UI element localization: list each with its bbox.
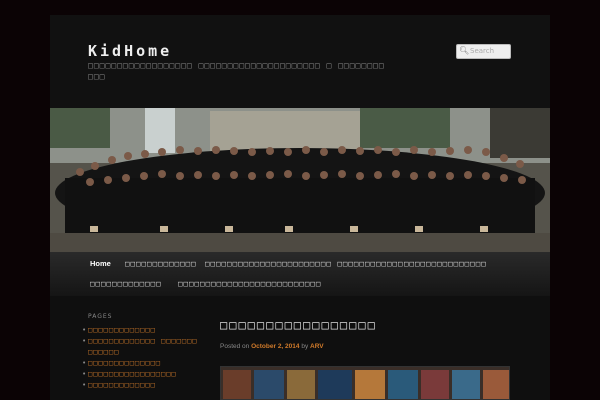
search-placeholder: Search [470, 47, 495, 55]
site-title[interactable]: KidHome [88, 42, 172, 60]
post-meta: Posted on October 2, 2014 by ARV [220, 343, 324, 350]
nav-item-2[interactable]: □□□□□□□□□□□□□ [125, 259, 197, 268]
site-header: KidHome □□□□□□□□□□□□□□□□□□ □□□□□□□□□□□□□… [50, 15, 550, 108]
sidebar-pages-widget: PAGES • □□□□□□□□□□□□□ • □□□□□□□□□□□□□ □□□□… [82, 313, 198, 391]
post-date-link[interactable]: October 2, 2014 [251, 343, 299, 350]
nav-item-5[interactable]: □□□□□□□□□□□□□ [90, 279, 162, 288]
sidebar-page-link[interactable]: • □□□□□□□□□□□□□ [82, 380, 198, 391]
page: KidHome □□□□□□□□□□□□□□□□□□ □□□□□□□□□□□□□… [50, 15, 550, 400]
sidebar-page-link[interactable]: • □□□□□□□□□□□□□ □□□□□□□□□□□□□ [82, 336, 198, 358]
sidebar-page-link[interactable]: • □□□□□□□□□□□□□□□□□ [82, 369, 198, 380]
widget-title: PAGES [88, 313, 113, 320]
post-featured-image[interactable] [220, 366, 510, 400]
main-navigation: Home □□□□□□□□□□□□□ □□□□□□□□□□□□□□□□□□□□□… [50, 252, 550, 296]
search-icon: 🔍︎ [459, 46, 470, 55]
site-description: □□□□□□□□□□□□□□□□□□ □□□□□□□□□□□□□□□□□□□□□… [88, 61, 385, 81]
author-link[interactable]: ARV [310, 343, 324, 350]
sidebar-page-link[interactable]: • □□□□□□□□□□□□□□ [82, 358, 198, 369]
header-banner-image [50, 108, 550, 252]
by-label: by [301, 343, 309, 350]
posted-on-label: Posted on [220, 343, 250, 350]
nav-item-home[interactable]: Home [90, 259, 111, 268]
search-input[interactable]: 🔍︎ Search [456, 44, 511, 59]
post-title[interactable]: □□□□□□□□□□□□□□□□□ [220, 318, 377, 332]
nav-item-3[interactable]: □□□□□□□□□□□□□□□□□□□□□□□ □□□□□□□□□□□□ [205, 259, 404, 268]
sidebar-page-link[interactable]: • □□□□□□□□□□□□□ [82, 325, 198, 336]
nav-item-6[interactable]: □□□□□□□□□□□□□□□□□□□□□□□□□□ [178, 279, 321, 288]
nav-item-4[interactable]: □□□□□□□□□□□□□□□ [404, 259, 487, 268]
